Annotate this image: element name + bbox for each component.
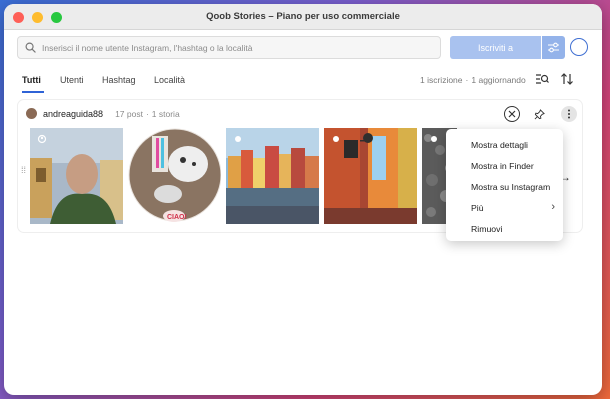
account-meta: 17 post · 1 storia (115, 108, 180, 119)
account-header: andreaguida88 17 post · 1 storia (26, 108, 180, 119)
menu-item-show-details[interactable]: Mostra dettagli (446, 134, 563, 155)
search-input[interactable] (42, 42, 422, 53)
profile-avatar[interactable] (570, 38, 588, 56)
zoom-window-button[interactable] (51, 12, 62, 23)
post-count: 17 post (115, 108, 143, 119)
title-bar: Qoob Stories – Piano per uso commerciale (4, 4, 602, 30)
status-text: 1 iscrizione · 1 aggiornando (420, 75, 526, 85)
menu-item-show-in-finder[interactable]: Mostra in Finder (446, 155, 563, 176)
tab-hashtag[interactable]: Hashtag (102, 75, 136, 85)
filter-options-button[interactable] (542, 36, 565, 59)
search-row: Iscriviti a (4, 32, 602, 64)
user-avatar[interactable] (26, 108, 37, 119)
remove-circle-icon[interactable] (504, 106, 520, 122)
chevron-right-icon: › (551, 201, 555, 213)
search-field[interactable] (17, 36, 441, 59)
sliders-icon (548, 42, 559, 53)
active-tab-indicator (22, 91, 44, 93)
tab-localita[interactable]: Località (154, 75, 185, 85)
tab-bar: Tutti Utenti Hashtag Località 1 iscrizio… (4, 72, 602, 96)
story-thumbnail[interactable] (324, 128, 417, 224)
story-thumbnail[interactable] (226, 128, 319, 224)
pin-icon[interactable] (531, 106, 547, 122)
svg-text:CIAO!: CIAO! (167, 214, 187, 221)
tab-utenti[interactable]: Utenti (60, 75, 84, 85)
search-icon (25, 42, 36, 53)
minimize-window-button[interactable] (32, 12, 43, 23)
tab-tutti[interactable]: Tutti (22, 75, 41, 85)
story-count: 1 storia (151, 108, 180, 119)
menu-item-show-on-instagram[interactable]: Mostra su Instagram (446, 176, 563, 197)
story-thumbnails: CIAO! (26, 128, 506, 224)
close-window-button[interactable] (13, 12, 24, 23)
window-title: Qoob Stories – Piano per uso commerciale (206, 11, 400, 22)
context-menu: Mostra dettagli Mostra in Finder Mostra … (446, 129, 563, 241)
story-thumbnail[interactable] (30, 128, 123, 224)
app-window: Qoob Stories – Piano per uso commerciale… (4, 4, 602, 395)
window-controls (13, 12, 62, 23)
menu-item-remove[interactable]: Rimuovi (446, 218, 563, 239)
more-vertical-icon[interactable] (561, 106, 577, 122)
menu-item-more[interactable]: Più › (446, 197, 563, 218)
subscribe-button[interactable]: Iscriviti a (450, 36, 541, 59)
story-thumbnail[interactable]: CIAO! (128, 128, 221, 224)
updating-count: 1 aggiornando (471, 75, 526, 85)
username[interactable]: andreaguida88 (43, 109, 103, 119)
subscription-count: 1 iscrizione (420, 75, 463, 85)
list-search-icon[interactable] (535, 72, 549, 86)
sort-icon[interactable] (560, 72, 574, 86)
